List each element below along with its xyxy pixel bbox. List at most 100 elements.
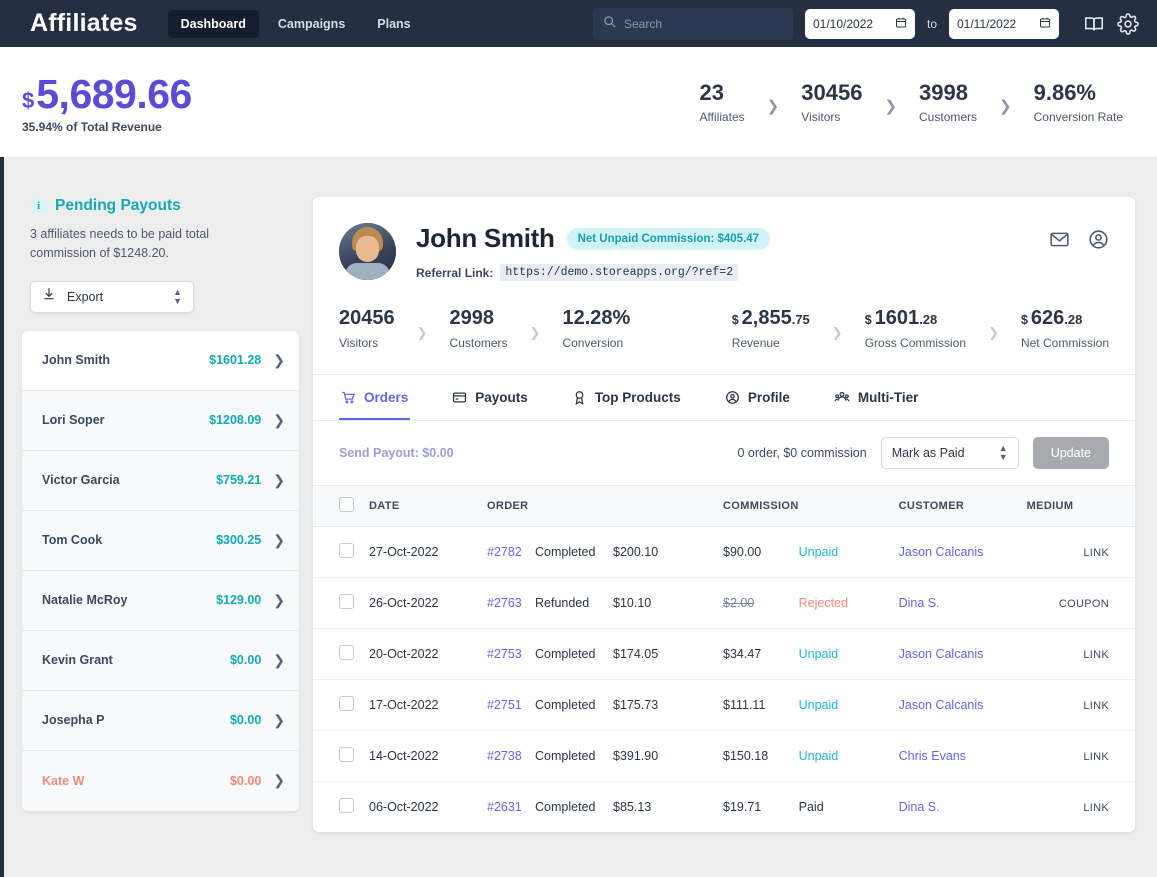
cell-order-status: Completed — [535, 731, 613, 782]
bulk-action-value: Mark as Paid — [892, 446, 965, 460]
affiliate-name: Kate W — [42, 774, 84, 788]
row-checkbox[interactable] — [339, 696, 354, 711]
tab-top-products[interactable]: Top Products — [570, 375, 683, 420]
cell-medium: LINK — [1083, 649, 1109, 661]
page-title: John Smith — [416, 223, 555, 254]
affiliate-name: Natalie McRoy — [42, 593, 127, 607]
affiliate-amount: $0.00 — [230, 653, 261, 667]
stat-decimal: .75 — [792, 312, 810, 327]
export-button[interactable]: Export ▲▼ — [30, 281, 194, 313]
affiliate-amount: $759.21 — [216, 473, 261, 487]
affiliate-row-lori-soper[interactable]: Lori Soper $1208.09 ❯ — [22, 391, 299, 451]
tab-profile[interactable]: Profile — [723, 375, 792, 420]
chevron-right-icon: ❯ — [530, 325, 541, 341]
select-all-checkbox[interactable] — [339, 497, 354, 512]
kpi-affiliates: 23 Affiliates — [700, 80, 745, 124]
update-button[interactable]: Update — [1033, 437, 1109, 469]
nav-right-cluster: 01/10/2022 to 01/11/2022 — [593, 8, 1143, 40]
column-header-customer: CUSTOMER — [899, 486, 1027, 527]
cell-order-amount: $174.05 — [613, 629, 723, 680]
row-checkbox[interactable] — [339, 645, 354, 660]
nav-link-dashboard[interactable]: Dashboard — [168, 10, 259, 38]
book-icon[interactable] — [1083, 13, 1105, 35]
affiliate-row-kevin-grant[interactable]: Kevin Grant $0.00 ❯ — [22, 631, 299, 691]
affiliate-row-natalie-mcroy[interactable]: Natalie McRoy $129.00 ❯ — [22, 571, 299, 631]
nav-link-campaigns[interactable]: Campaigns — [265, 10, 358, 38]
table-row[interactable]: 14-Oct-2022 #2738 Completed $391.90 $150… — [313, 731, 1135, 782]
row-checkbox[interactable] — [339, 543, 354, 558]
table-row[interactable]: 06-Oct-2022 #2631 Completed $85.13 $19.7… — [313, 782, 1135, 833]
kpi-label: Customers — [919, 110, 977, 124]
chevron-right-icon: ❯ — [417, 325, 428, 341]
affiliate-row-tom-cook[interactable]: Tom Cook $300.25 ❯ — [22, 511, 299, 571]
affiliate-row-victor-garcia[interactable]: Victor Garcia $759.21 ❯ — [22, 451, 299, 511]
user-circle-icon[interactable] — [1088, 229, 1109, 250]
stat-value: 1601 — [875, 307, 920, 329]
customer-link[interactable]: Jason Calcanis — [899, 545, 984, 559]
stat-decimal: .28 — [1064, 312, 1082, 327]
affiliate-name: Kevin Grant — [42, 653, 113, 667]
search-box[interactable] — [593, 8, 793, 40]
customer-link[interactable]: Jason Calcanis — [899, 698, 984, 712]
chevron-right-icon: ❯ — [273, 592, 285, 609]
tab-multi-tier[interactable]: Multi-Tier — [832, 375, 921, 420]
customer-link[interactable]: Jason Calcanis — [899, 647, 984, 661]
bulk-action-select[interactable]: Mark as Paid ▲▼ — [881, 437, 1019, 469]
affiliate-name: Victor Garcia — [42, 473, 120, 487]
stat-value: 2998 — [450, 307, 508, 330]
order-id-link[interactable]: #2738 — [487, 749, 522, 763]
order-id-link[interactable]: #2751 — [487, 698, 522, 712]
customer-link[interactable]: Chris Evans — [899, 749, 966, 763]
affiliate-amount: $0.00 — [230, 774, 261, 788]
column-header-order: ORDER — [487, 486, 535, 527]
table-row[interactable]: 20-Oct-2022 #2753 Completed $174.05 $34.… — [313, 629, 1135, 680]
summary-stats-band: $ 5,689.66 35.94% of Total Revenue 23 Af… — [0, 47, 1157, 157]
date-range-separator: to — [927, 17, 937, 31]
table-row[interactable]: 17-Oct-2022 #2751 Completed $175.73 $111… — [313, 680, 1135, 731]
gear-icon[interactable] — [1117, 13, 1139, 35]
table-row[interactable]: 27-Oct-2022 #2782 Completed $200.10 $90.… — [313, 527, 1135, 578]
mail-icon[interactable] — [1049, 229, 1070, 250]
affiliate-row-josepha-p[interactable]: Josepha P $0.00 ❯ — [22, 691, 299, 751]
stat-label: Net Commission — [1021, 336, 1109, 350]
date-from-input[interactable]: 01/10/2022 — [805, 9, 915, 39]
chevron-right-icon: ❯ — [884, 97, 897, 115]
row-checkbox[interactable] — [339, 747, 354, 762]
table-row[interactable]: 26-Oct-2022 #2763 Refunded $10.10 $2.00 … — [313, 578, 1135, 629]
stat-label: Gross Commission — [865, 336, 966, 350]
search-input[interactable] — [624, 17, 783, 31]
order-id-link[interactable]: #2763 — [487, 596, 522, 610]
person-icon — [725, 390, 740, 405]
customer-link[interactable]: Dina S. — [899, 596, 940, 610]
order-id-link[interactable]: #2782 — [487, 545, 522, 559]
avatar — [339, 223, 396, 280]
orders-table-head: DATE ORDER COMMISSION CUSTOMER MEDIUM — [313, 486, 1135, 527]
row-checkbox[interactable] — [339, 798, 354, 813]
ribbon-icon — [572, 390, 587, 405]
left-edge-rail — [0, 47, 4, 877]
orders-action-bar: Send Payout: $0.00 0 order, $0 commissio… — [313, 421, 1135, 485]
select-all-header — [313, 486, 369, 527]
commission-status: Rejected — [799, 596, 848, 610]
affiliate-row-john-smith[interactable]: John Smith $1601.28 ❯ — [22, 331, 299, 391]
tab-orders[interactable]: Orders — [339, 375, 410, 420]
tab-label: Multi-Tier — [858, 390, 919, 405]
customer-link[interactable]: Dina S. — [899, 800, 940, 814]
panel-tabs: Orders Payouts Top Products Profile — [313, 375, 1135, 421]
affiliate-row-kate-w[interactable]: Kate W $0.00 ❯ — [22, 751, 299, 811]
nav-link-plans[interactable]: Plans — [364, 10, 423, 38]
date-to-input[interactable]: 01/11/2022 — [949, 9, 1059, 39]
order-id-link[interactable]: #2631 — [487, 800, 522, 814]
pending-payouts-sidebar: i Pending Payouts 3 affiliates needs to … — [22, 197, 299, 832]
send-payout-link[interactable]: Send Payout: $0.00 — [339, 446, 454, 460]
stat-label: Visitors — [339, 336, 395, 350]
cell-date: 17-Oct-2022 — [369, 680, 487, 731]
people-icon — [834, 390, 850, 405]
date-from-value: 01/10/2022 — [813, 17, 873, 31]
tab-payouts[interactable]: Payouts — [450, 375, 530, 420]
affiliate-stats-row: 20456 Visitors ❯ 2998 Customers ❯ 12.28%… — [313, 281, 1135, 375]
referral-link-value[interactable]: https://demo.storeapps.org/?ref=2 — [500, 264, 738, 281]
row-checkbox[interactable] — [339, 594, 354, 609]
affiliate-profile-header: John Smith Net Unpaid Commission: $405.4… — [313, 197, 1135, 281]
order-id-link[interactable]: #2753 — [487, 647, 522, 661]
